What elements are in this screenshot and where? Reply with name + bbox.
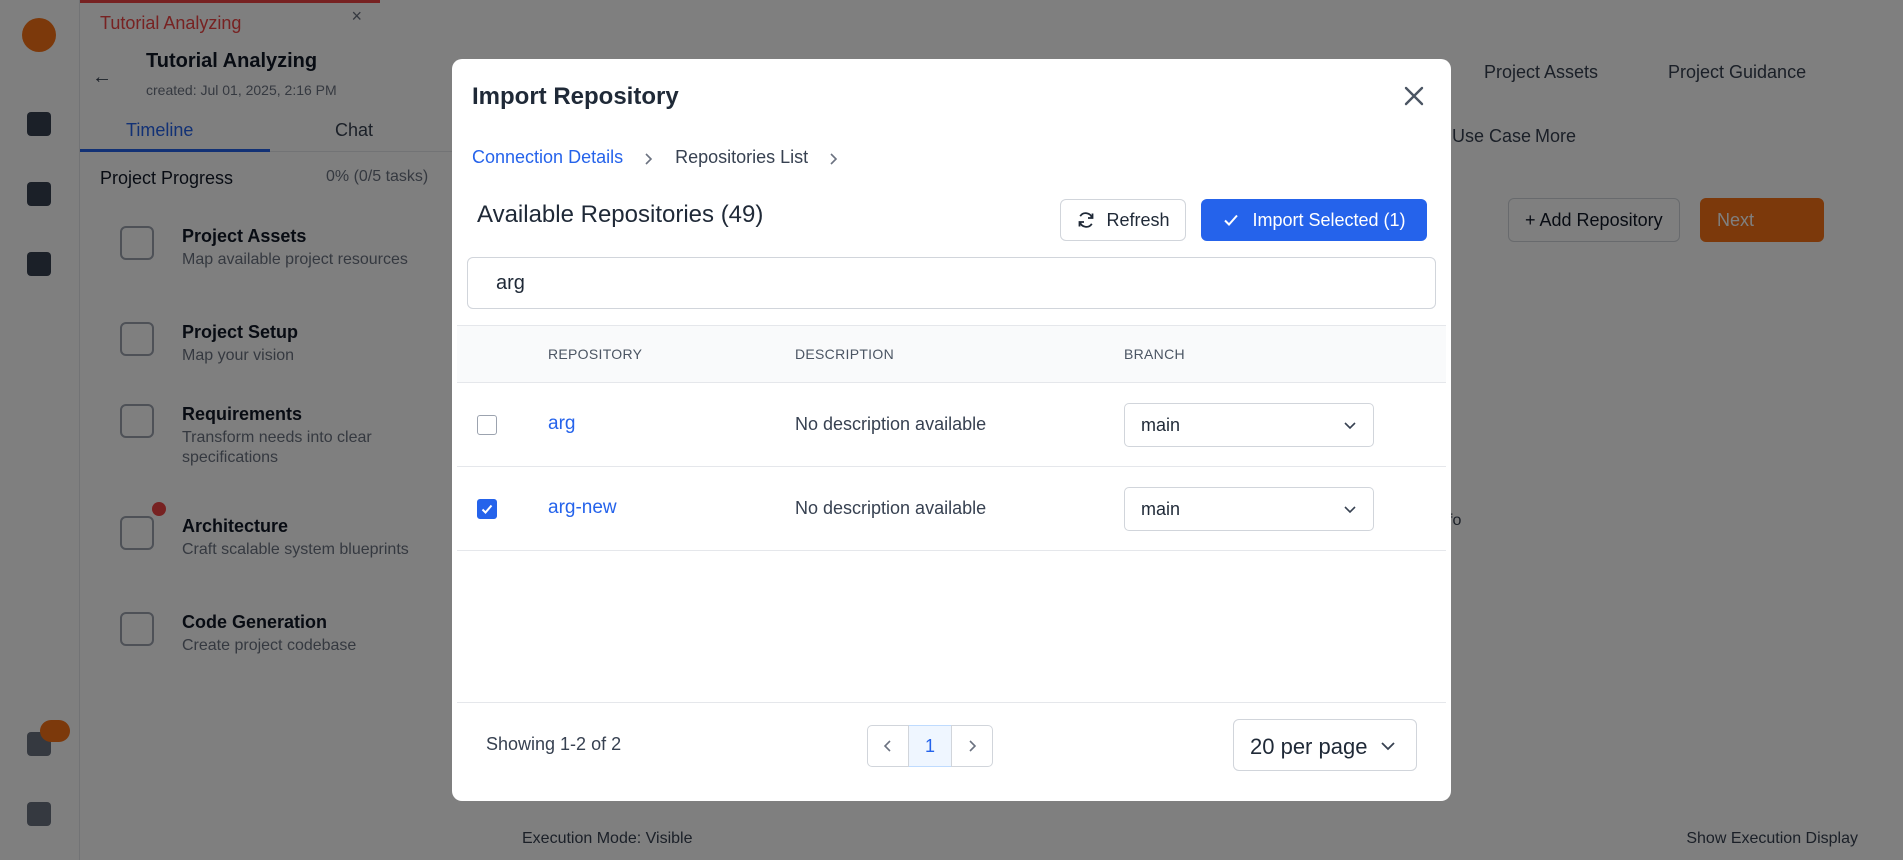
available-repositories-heading: Available Repositories (49) [477, 201, 764, 228]
column-branch: BRANCH [1124, 346, 1185, 362]
footer-divider [457, 702, 1446, 703]
table-header: REPOSITORY DESCRIPTION BRANCH [457, 325, 1446, 383]
check-icon [1224, 214, 1239, 226]
modal-title: Import Repository [472, 83, 679, 110]
previous-page-button[interactable] [867, 725, 909, 767]
table-row: arg-new No description available main [457, 467, 1446, 551]
repositories-table: REPOSITORY DESCRIPTION BRANCH arg No des… [457, 325, 1446, 551]
repository-name-link[interactable]: arg [548, 413, 575, 435]
row-checkbox[interactable] [477, 415, 497, 435]
row-checkbox[interactable] [477, 499, 497, 519]
per-page-select[interactable]: 20 per page [1233, 719, 1417, 771]
next-page-button[interactable] [951, 725, 993, 767]
page-button-current[interactable]: 1 [909, 725, 951, 767]
repository-description: No description available [795, 414, 987, 434]
chevron-down-icon [1381, 742, 1395, 751]
import-selected-label: Import Selected (1) [1252, 209, 1406, 230]
chevron-right-icon [969, 740, 977, 752]
branch-select[interactable]: main [1124, 487, 1374, 531]
chevron-right-icon [826, 150, 840, 165]
import-repository-modal: Import Repository Connection Details Rep… [452, 59, 1451, 801]
refresh-label: Refresh [1106, 209, 1170, 230]
table-row: arg No description available main [457, 383, 1446, 467]
column-description: DESCRIPTION [795, 346, 894, 362]
pagination: 1 [867, 725, 993, 767]
chevron-down-icon [1344, 422, 1356, 430]
breadcrumb-repositories-list: Repositories List [675, 146, 809, 167]
import-selected-button[interactable]: Import Selected (1) [1201, 199, 1427, 241]
per-page-value: 20 per page [1250, 734, 1368, 759]
checkmark-icon [481, 504, 493, 514]
branch-value: main [1141, 499, 1181, 519]
pagination-summary: Showing 1-2 of 2 [486, 734, 622, 754]
chevron-down-icon [1344, 506, 1356, 514]
chevron-right-icon [641, 150, 655, 165]
breadcrumb: Connection Details Repositories List [472, 145, 860, 169]
branch-select[interactable]: main [1124, 403, 1374, 447]
refresh-button[interactable]: Refresh [1060, 199, 1186, 241]
close-icon[interactable] [1399, 81, 1429, 111]
chevron-left-icon [883, 740, 891, 752]
refresh-icon [1079, 212, 1094, 228]
search-input[interactable] [467, 257, 1436, 309]
branch-value: main [1141, 415, 1181, 435]
breadcrumb-connection-details[interactable]: Connection Details [472, 147, 623, 168]
column-repository: REPOSITORY [548, 346, 643, 362]
repository-name-link[interactable]: arg-new [548, 497, 617, 519]
repository-description: No description available [795, 498, 987, 518]
